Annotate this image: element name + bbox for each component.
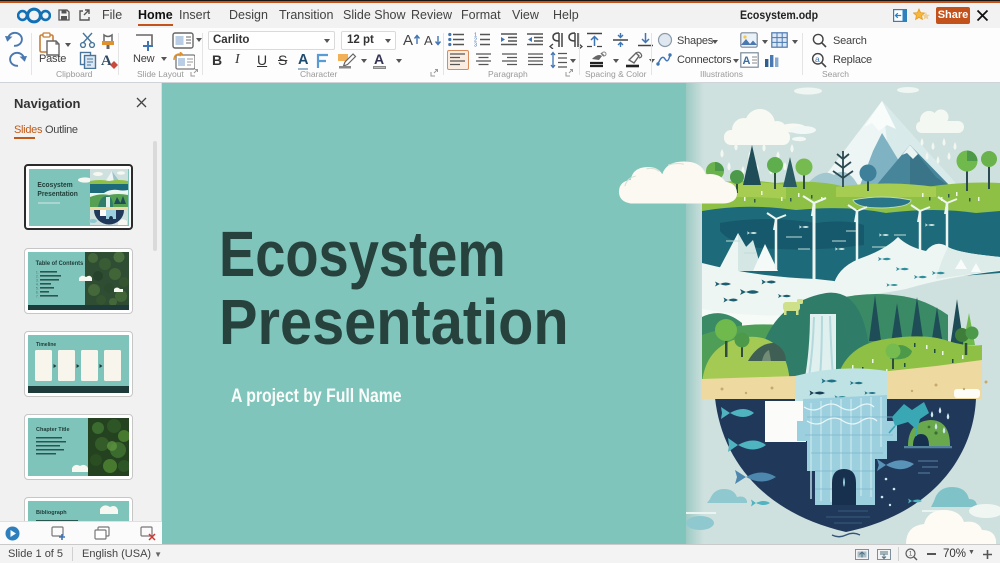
svg-text:A: A [743,55,751,67]
svg-text:Ecosystem: Ecosystem [37,181,72,188]
svg-text:7.: 7. [36,295,39,299]
svg-text:A: A [101,53,112,69]
svg-text:a: a [815,54,820,64]
svg-text:Timeline: Timeline [36,342,56,348]
svg-text:Presentation: Presentation [37,190,77,197]
svg-text:A: A [403,32,413,49]
svg-text:A: A [424,33,433,48]
svg-text:Table of Contents: Table of Contents [36,261,84,267]
svg-text:Chapter Title: Chapter Title [36,427,70,433]
svg-text:Bibliograph: Bibliograph [36,510,67,516]
svg-text:1: 1 [909,551,913,558]
svg-text:3: 3 [474,43,477,49]
